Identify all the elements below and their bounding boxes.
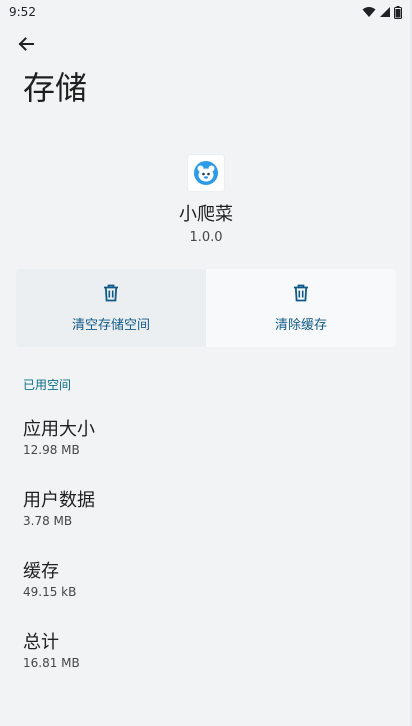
battery-icon — [394, 5, 402, 19]
clear-cache-label: 清除缓存 — [274, 317, 327, 333]
list-item-total: 总计 16.81 MB — [23, 629, 393, 700]
list-item-app-size: 应用大小 12.98 MB — [23, 416, 393, 487]
storage-list: 应用大小 12.98 MB 用户数据 3.78 MB 缓存 49.15 kB 总… — [23, 416, 393, 700]
item-title: 用户数据 — [23, 490, 95, 511]
app-version: 1.0.0 — [189, 230, 223, 245]
trash-icon — [293, 284, 309, 306]
list-item-user-data: 用户数据 3.78 MB — [23, 487, 393, 558]
item-title: 应用大小 — [23, 419, 95, 440]
arrow-left-icon — [17, 35, 35, 57]
used-space-header: 已用空间 — [23, 378, 72, 392]
item-value: 3.78 MB — [23, 514, 73, 528]
item-title: 总计 — [23, 632, 59, 653]
item-value: 12.98 MB — [23, 443, 80, 457]
status-time: 9:52 — [9, 5, 36, 19]
status-bar: 9:52 — [0, 0, 412, 24]
trash-icon — [103, 284, 119, 306]
clear-storage-button[interactable]: 清空存储空间 — [16, 269, 206, 347]
clear-storage-label: 清空存储空间 — [71, 317, 150, 333]
page-title: 存储 — [23, 69, 88, 107]
app-header: 小爬菜 1.0.0 — [0, 155, 412, 247]
signal-icon — [379, 6, 391, 18]
app-mascot-icon — [188, 155, 224, 191]
item-title: 缓存 — [23, 561, 59, 582]
list-item-cache: 缓存 49.15 kB — [23, 558, 393, 629]
wifi-icon — [362, 6, 376, 18]
item-value: 49.15 kB — [23, 585, 77, 599]
clear-cache-button[interactable]: 清除缓存 — [206, 269, 396, 347]
item-value: 16.81 MB — [23, 656, 80, 670]
storage-actions: 清空存储空间 清除缓存 — [16, 269, 396, 347]
status-icons — [362, 5, 402, 19]
app-name: 小爬菜 — [179, 204, 233, 225]
back-button[interactable] — [12, 32, 40, 60]
